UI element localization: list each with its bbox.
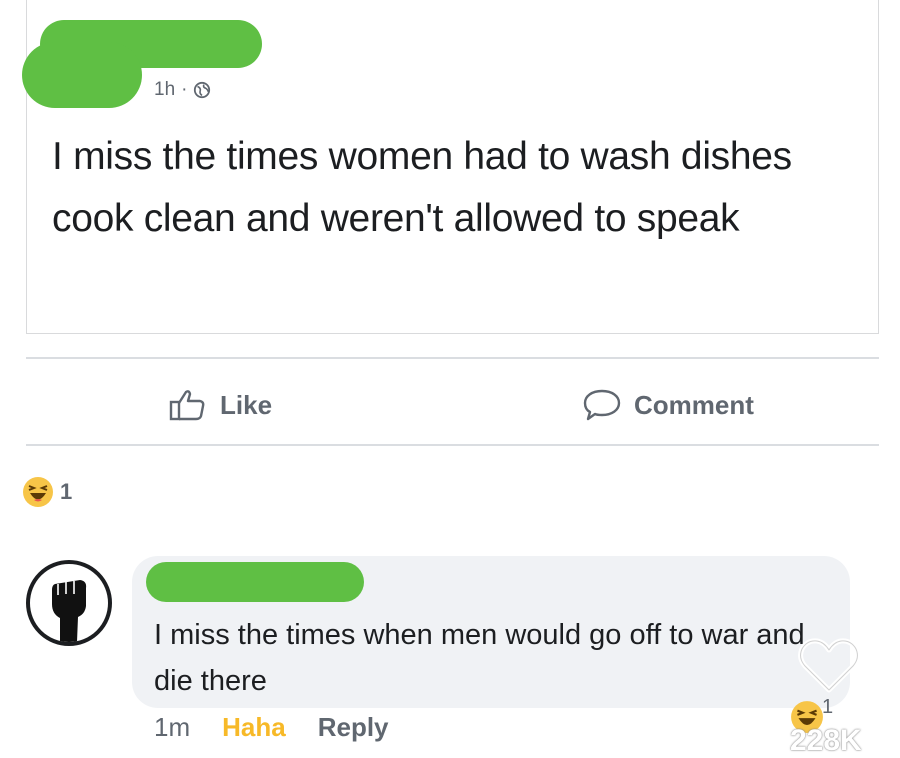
- comment-text: I miss the times when men would go off t…: [154, 619, 805, 697]
- comment-actions: 1m Haha Reply: [154, 712, 389, 743]
- post-meta: 1h ·: [154, 79, 211, 101]
- comment-reaction-count: 1: [822, 696, 834, 718]
- commenter-avatar[interactable]: [26, 560, 112, 646]
- redacted-commenter-name: [146, 562, 364, 602]
- reaction-count: 1: [60, 479, 73, 504]
- reply-link[interactable]: Reply: [318, 712, 389, 743]
- comment-icon: [583, 389, 621, 421]
- like-count-overlay: 228K: [790, 724, 862, 757]
- comment-label: Comment: [634, 389, 754, 420]
- raised-fist-icon: [52, 580, 87, 642]
- haha-emoji-icon: [23, 477, 53, 507]
- like-label: Like: [220, 389, 273, 420]
- comment-button[interactable]: Comment: [582, 388, 754, 422]
- post-time: 1h: [154, 79, 176, 100]
- divider-top: [26, 357, 879, 359]
- post-text: I miss the times women had to wash dishe…: [52, 135, 792, 240]
- reaction-summary[interactable]: 1: [22, 476, 72, 508]
- haha-reaction-link[interactable]: Haha: [222, 712, 286, 743]
- divider-bottom: [26, 444, 879, 446]
- thumbs-up-icon: [169, 390, 205, 421]
- heart-icon[interactable]: [796, 632, 862, 698]
- globe-icon: [194, 81, 211, 99]
- like-button[interactable]: Like: [168, 388, 272, 422]
- comment-time: 1m: [154, 712, 191, 742]
- redacted-author-avatar: [22, 42, 142, 108]
- meta-separator: ·: [181, 79, 188, 100]
